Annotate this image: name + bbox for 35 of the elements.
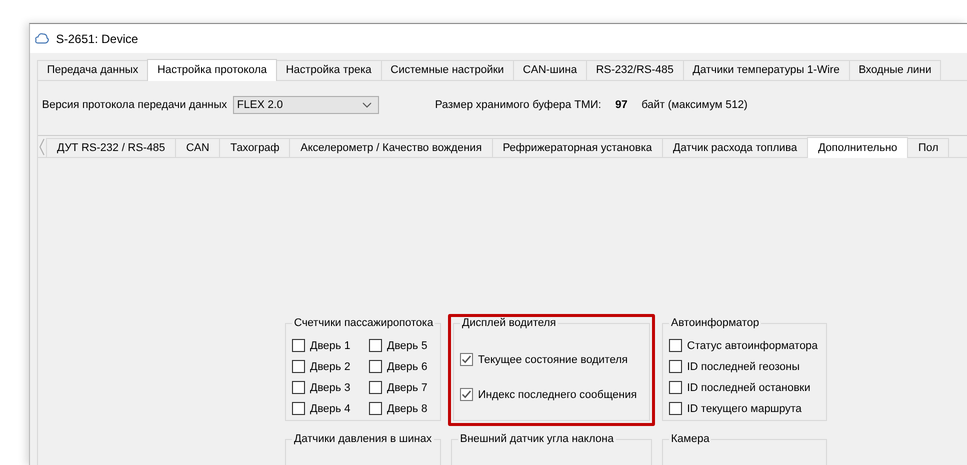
checkbox[interactable]: Текущее состояние водителя <box>460 353 643 366</box>
buffer-value: 97 <box>615 99 628 111</box>
tab[interactable]: Настройка протокола <box>147 59 277 81</box>
checkmark-icon <box>461 354 472 365</box>
checkbox[interactable]: Дверь 7 <box>369 381 434 394</box>
checkmark-icon <box>461 389 472 400</box>
protocol-dropdown[interactable]: FLEX 2.0 <box>233 96 380 114</box>
tab[interactable]: Передача данных <box>37 60 148 80</box>
checkbox[interactable]: Дверь 2 <box>292 360 357 373</box>
buffer-label: Размер хранимого буфера ТМИ: <box>435 99 602 111</box>
group-title: Датчики давления в шинах <box>293 433 433 445</box>
scroll-left-icon[interactable] <box>38 137 46 157</box>
checkbox[interactable]: Дверь 5 <box>369 339 434 352</box>
buffer-unit: байт (максимум 512) <box>641 99 748 111</box>
tab[interactable]: Входные лини <box>848 60 942 80</box>
group-title: Автоинформатор <box>670 317 760 329</box>
checkbox[interactable]: Дверь 1 <box>292 339 357 352</box>
group-title: Дисплей водителя <box>461 317 557 329</box>
checkbox[interactable]: ID текущего маршрута <box>669 402 820 415</box>
checkbox[interactable]: Индекс последнего сообщения <box>460 388 643 401</box>
checkbox[interactable]: ID последней остановки <box>669 381 820 394</box>
group-title: Камера <box>670 433 710 445</box>
protocol-label: Версия протокола передачи данных <box>42 99 228 111</box>
checkbox[interactable]: Дверь 8 <box>369 402 434 415</box>
cloud-app-icon <box>35 32 49 45</box>
group-title: Счетчики пассажиропотока <box>293 317 434 329</box>
group-title: Внешний датчик угла наклона <box>459 433 615 445</box>
checkbox[interactable]: ID последней геозоны <box>669 360 820 373</box>
chevron-down-icon <box>362 102 372 108</box>
checkbox[interactable]: Дверь 4 <box>292 402 357 415</box>
checkbox[interactable]: Дверь 6 <box>369 360 434 373</box>
tab[interactable]: Дополнительно <box>807 137 908 158</box>
checkbox[interactable]: Статус автоинформатора <box>669 339 820 352</box>
checkbox[interactable]: Дверь 3 <box>292 381 357 394</box>
window-title: S-2651: Device <box>56 32 138 46</box>
